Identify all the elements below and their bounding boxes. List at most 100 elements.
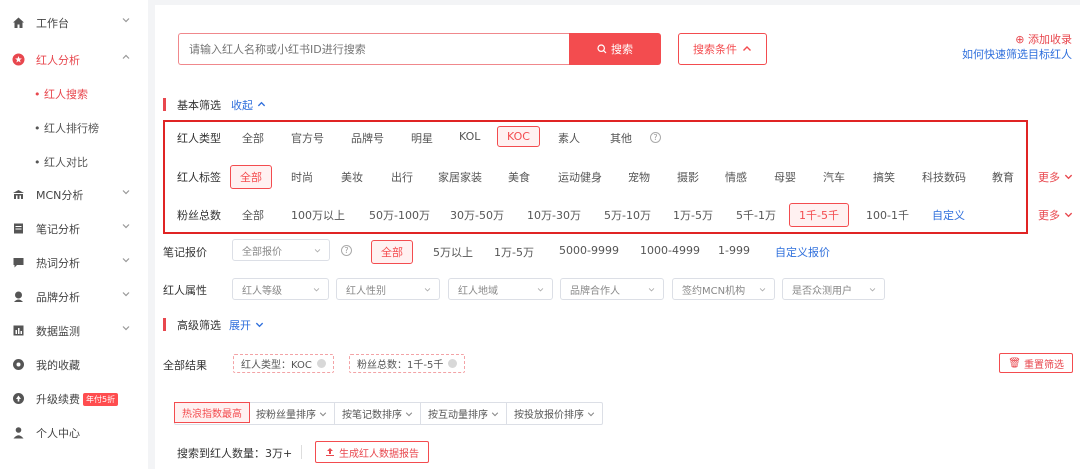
search-input[interactable] (178, 33, 570, 65)
gender-dropdown[interactable]: 红人性别 (336, 278, 440, 300)
price-option-50k-plus[interactable]: 5万以上 (433, 244, 473, 260)
tag-option-education[interactable]: 教育 (992, 169, 1014, 185)
search-conditions-button[interactable]: 搜索条件 (678, 33, 767, 65)
chevron-up-icon (122, 54, 130, 59)
sidebar-item-workbench[interactable]: 工作台 (0, 7, 148, 37)
sidebar-item-my-favorites[interactable]: 我的收藏 (0, 349, 148, 379)
fans-option-1k-5k[interactable]: 1千-5千 (789, 203, 849, 227)
sidebar-item-brand-analysis[interactable]: 品牌分析 (0, 281, 148, 311)
tag-option-fitness[interactable]: 运动健身 (558, 169, 602, 185)
close-icon[interactable] (316, 359, 326, 368)
fans-option-500k-1m[interactable]: 50万-100万 (369, 207, 430, 223)
sidebar-item-label: 工作台 (36, 17, 69, 30)
sort-tab-label: 按互动量排序 (428, 410, 488, 421)
type-option-brand[interactable]: 品牌号 (351, 130, 384, 146)
type-option-other[interactable]: 其他 (610, 130, 632, 146)
price-option-1-999[interactable]: 1-999 (718, 244, 750, 257)
fans-more-button[interactable]: 更多 (1038, 207, 1073, 223)
sidebar-item-upgrade[interactable]: 升级续费 年付5折 (0, 383, 148, 413)
help-icon[interactable]: ? (650, 132, 661, 143)
add-record-link[interactable]: ⊕ 添加收录 (1015, 31, 1072, 47)
price-option-10k-50k[interactable]: 1万-5万 (494, 244, 534, 260)
results-label: 全部结果 (163, 359, 207, 372)
expand-toggle[interactable]: 展开 (229, 317, 264, 333)
price-option-1000-4999[interactable]: 1000-4999 (640, 244, 700, 257)
attr-row-label: 红人属性 (163, 284, 207, 297)
sort-tab-heat[interactable]: 热浪指数最高 (174, 402, 250, 423)
tester-dropdown[interactable]: 是否众测用户 (782, 278, 885, 300)
tag-option-all[interactable]: 全部 (230, 165, 272, 189)
sidebar-item-hotword-analysis[interactable]: 热词分析 (0, 247, 148, 277)
type-option-celebrity[interactable]: 明星 (411, 130, 433, 146)
tag-more-button[interactable]: 更多 (1038, 169, 1073, 185)
sort-tab-interactions[interactable]: 按互动量排序 (421, 403, 507, 424)
fans-option-50k-100k[interactable]: 5万-10万 (604, 207, 651, 223)
reset-filter-button[interactable]: 🗑 重置筛选 (999, 353, 1073, 373)
fans-option-5k-10k[interactable]: 5千-1万 (736, 207, 776, 223)
tag-option-fashion[interactable]: 时尚 (291, 169, 313, 185)
sort-tab-fans[interactable]: 按粉丝量排序 (249, 403, 335, 424)
fans-option-300k-500k[interactable]: 30万-50万 (450, 207, 504, 223)
tag-option-photo[interactable]: 摄影 (677, 169, 699, 185)
fans-option-10k-50k[interactable]: 1万-5万 (673, 207, 713, 223)
tag-option-auto[interactable]: 汽车 (823, 169, 845, 185)
sidebar-subitem-influencer-ranking[interactable]: • 红人排行榜 (0, 113, 148, 141)
type-option-koc[interactable]: KOC (497, 126, 540, 147)
fans-option-100k-300k[interactable]: 10万-30万 (527, 207, 581, 223)
region-dropdown[interactable]: 红人地域 (448, 278, 553, 300)
type-option-official[interactable]: 官方号 (291, 130, 324, 146)
chevron-down-icon (122, 18, 130, 23)
price-option-all[interactable]: 全部 (371, 240, 413, 264)
fans-custom-option[interactable]: 自定义 (932, 207, 965, 223)
brand-icon (11, 289, 25, 303)
fans-option-100-1k[interactable]: 100-1千 (866, 207, 909, 223)
price-row-label: 笔记报价 (163, 246, 207, 259)
search-button[interactable]: 搜索 (569, 33, 661, 65)
sort-tab-notes[interactable]: 按笔记数排序 (335, 403, 421, 424)
mcn-dropdown[interactable]: 签约MCN机构 (672, 278, 775, 300)
search-icon (597, 44, 607, 54)
help-icon[interactable]: ? (341, 245, 352, 256)
tag-option-food[interactable]: 美食 (508, 169, 530, 185)
sort-tab-label: 按投放报价排序 (514, 410, 584, 421)
sort-tab-price[interactable]: 按投放报价排序 (507, 403, 602, 424)
chevron-down-icon (648, 288, 655, 292)
brand-partner-dropdown[interactable]: 品牌合作人 (560, 278, 664, 300)
price-dropdown[interactable]: 全部报价 (232, 239, 330, 261)
sidebar-subitem-influencer-search[interactable]: • 红人搜索 (0, 79, 148, 107)
upload-icon (326, 448, 334, 456)
price-custom-option[interactable]: 自定义报价 (775, 244, 830, 260)
tag-option-tech[interactable]: 科技数码 (922, 169, 966, 185)
tag-option-travel[interactable]: 出行 (391, 169, 413, 185)
generate-report-label: 生成红人数据报告 (339, 448, 419, 460)
filter-chip-fans[interactable]: 粉丝总数：1千-5千 (349, 354, 466, 373)
close-icon[interactable] (448, 359, 458, 368)
tester-dropdown-value: 是否众测用户 (792, 285, 852, 297)
type-option-amateur[interactable]: 素人 (558, 130, 580, 146)
how-to-filter-link[interactable]: 如何快速筛选目标红人 (962, 46, 1072, 62)
fans-option-1m-plus[interactable]: 100万以上 (291, 207, 345, 223)
tag-option-mother-baby[interactable]: 母婴 (774, 169, 796, 185)
tag-option-funny[interactable]: 搞笑 (873, 169, 895, 185)
sidebar-subitem-influencer-compare[interactable]: • 红人对比 (0, 147, 148, 175)
sidebar: 工作台 红人分析 • 红人搜索 • 红人排行榜 • 红人对比 MCN分析 笔记分… (0, 0, 148, 469)
filter-chip-type[interactable]: 红人类型：KOC (233, 354, 334, 373)
type-option-kol[interactable]: KOL (459, 130, 480, 143)
generate-report-button[interactable]: 生成红人数据报告 (315, 441, 429, 463)
collapse-toggle[interactable]: 收起 (231, 97, 266, 113)
level-dropdown[interactable]: 红人等级 (232, 278, 329, 300)
fans-option-all[interactable]: 全部 (242, 207, 264, 223)
chevron-down-icon (537, 288, 544, 292)
tag-option-emotion[interactable]: 情感 (725, 169, 747, 185)
tag-option-beauty[interactable]: 美妆 (341, 169, 363, 185)
sidebar-item-personal-center[interactable]: 个人中心 (0, 417, 148, 447)
sidebar-item-data-monitor[interactable]: 数据监测 (0, 315, 148, 345)
tag-option-home[interactable]: 家居家装 (438, 169, 482, 185)
sidebar-item-mcn-analysis[interactable]: MCN分析 (0, 179, 148, 209)
sidebar-item-note-analysis[interactable]: 笔记分析 (0, 213, 148, 243)
sidebar-item-label: 我的收藏 (36, 359, 80, 372)
sidebar-item-influencer-analysis[interactable]: 红人分析 (0, 44, 148, 74)
price-option-5000-9999[interactable]: 5000-9999 (559, 244, 619, 257)
type-option-all[interactable]: 全部 (242, 130, 264, 146)
tag-option-pet[interactable]: 宠物 (628, 169, 650, 185)
